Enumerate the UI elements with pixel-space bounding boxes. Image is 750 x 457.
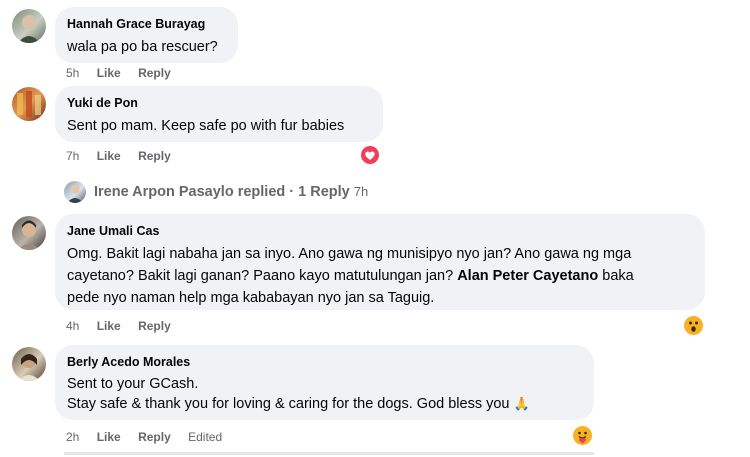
- like-button[interactable]: Like: [97, 430, 121, 444]
- comment-time[interactable]: 7h: [66, 149, 79, 163]
- replies-separator: ·: [289, 184, 295, 200]
- reply-button[interactable]: Reply: [138, 319, 171, 333]
- comment-line-part: cayetano? Bakit lagi ganan? Paano kayo m…: [67, 268, 454, 284]
- avatar[interactable]: [12, 9, 46, 43]
- comment-author[interactable]: Hannah Grace Burayag: [67, 16, 226, 32]
- comment-line: cayetano? Bakit lagi ganan? Paano kayo m…: [67, 265, 693, 287]
- comment-time[interactable]: 2h: [66, 430, 79, 444]
- comment-line-part: baka: [602, 268, 634, 284]
- replies-author: Irene Arpon Pasaylo replied: [94, 184, 286, 200]
- comment-bubble: Jane Umali Cas Omg. Bakit lagi nabaha ja…: [55, 214, 705, 310]
- comment-line: Sent to your GCash.: [67, 376, 199, 392]
- reply-button[interactable]: Reply: [138, 149, 171, 163]
- comment-actions: 2h Like Reply Edited: [66, 430, 236, 444]
- comment-text: wala pa po ba rescuer?: [67, 39, 218, 55]
- like-button[interactable]: Like: [97, 319, 121, 333]
- comment-bubble: Berly Acedo Morales Sent to your GCash. …: [55, 345, 594, 420]
- comment-author[interactable]: Berly Acedo Morales: [67, 354, 582, 370]
- comment-text: Omg. Bakit lagi nabaha jan sa inyo. Ano …: [67, 243, 693, 309]
- edited-label[interactable]: Edited: [188, 430, 222, 444]
- care-reaction-icon[interactable]: [573, 426, 592, 445]
- like-button[interactable]: Like: [97, 149, 121, 163]
- comment-text: Sent po mam. Keep safe po with fur babie…: [67, 118, 345, 134]
- comment-line: Omg. Bakit lagi nabaha jan sa inyo. Ano …: [67, 246, 632, 262]
- avatar[interactable]: [12, 347, 46, 381]
- comment-actions: 4h Like Reply: [66, 319, 185, 333]
- replies-count: 1 Reply: [298, 184, 350, 200]
- comment-bubble: Hannah Grace Burayag wala pa po ba rescu…: [55, 7, 238, 63]
- comment-author[interactable]: Jane Umali Cas: [67, 223, 693, 239]
- comment-time[interactable]: 4h: [66, 319, 79, 333]
- comment-text: Sent to your GCash. Stay safe & thank yo…: [67, 374, 582, 414]
- avatar: [64, 181, 86, 203]
- love-reaction-icon[interactable]: [361, 146, 379, 164]
- avatar[interactable]: [12, 216, 46, 250]
- replies-time: 7h: [353, 184, 369, 199]
- avatar[interactable]: [12, 87, 46, 121]
- comment-bubble: Yuki de Pon Sent po mam. Keep safe po wi…: [55, 86, 383, 142]
- wow-reaction-icon[interactable]: [684, 316, 703, 335]
- reply-button[interactable]: Reply: [138, 66, 171, 80]
- comment-actions: 5h Like Reply: [66, 66, 185, 80]
- comment-actions: 7h Like Reply: [66, 149, 185, 163]
- comment-author[interactable]: Yuki de Pon: [67, 95, 371, 111]
- comment-time[interactable]: 5h: [66, 66, 79, 80]
- mention-link[interactable]: Alan Peter Cayetano: [457, 268, 598, 284]
- praying-hands-icon: 🙏: [513, 396, 530, 411]
- divider: [64, 452, 594, 455]
- comment-line: pede nyo naman help mga kababayan nyo ja…: [67, 290, 435, 306]
- comment-line: Stay safe & thank you for loving & carin…: [67, 394, 582, 414]
- comment-line-part: Stay safe & thank you for loving & carin…: [67, 396, 510, 412]
- like-button[interactable]: Like: [97, 66, 121, 80]
- reply-button[interactable]: Reply: [138, 430, 171, 444]
